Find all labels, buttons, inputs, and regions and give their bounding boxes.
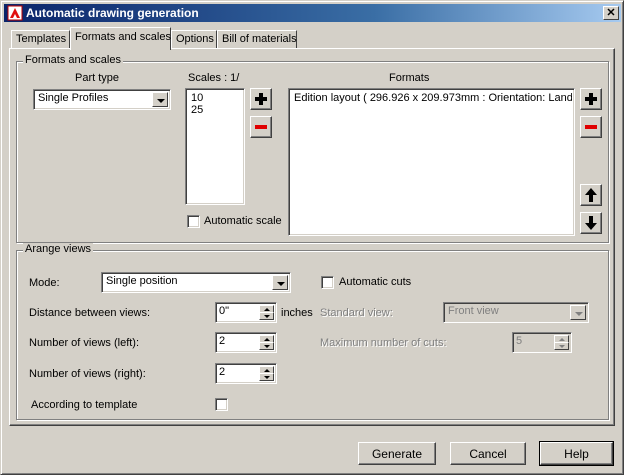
standard-view-select[interactable]: Front view [443, 302, 589, 323]
views-left-value: 2 [219, 335, 226, 347]
arrow-up-icon [585, 188, 597, 202]
standard-view-label: Standard view: [320, 307, 393, 319]
generate-label: Generate [371, 446, 423, 461]
views-right-stepper[interactable] [259, 366, 274, 381]
standard-view-value: Front view [448, 305, 499, 317]
remove-scale-button[interactable] [250, 116, 272, 138]
distance-input[interactable]: 0" [215, 302, 277, 323]
spin-down-icon[interactable] [259, 312, 274, 320]
add-format-button[interactable] [580, 88, 602, 110]
formats-list[interactable]: Edition layout ( 296.926 x 209.973mm : O… [288, 88, 575, 236]
generate-button[interactable]: Generate [358, 442, 436, 465]
distance-stepper[interactable] [259, 305, 274, 320]
views-right-input[interactable]: 2 [215, 363, 277, 384]
part-type-select[interactable]: Single Profiles [33, 89, 171, 110]
plus-icon [255, 93, 267, 105]
mode-label: Mode: [29, 277, 60, 289]
tab-label: Bill of materials [222, 33, 297, 45]
move-format-down-button[interactable] [580, 212, 602, 234]
max-cuts-value: 5 [516, 335, 523, 347]
minus-icon [255, 125, 267, 129]
formats-and-scales-group: Formats and scales Part type Single Prof… [16, 54, 609, 243]
according-to-template-label: According to template [31, 399, 138, 411]
formats-label: Formats [389, 72, 430, 84]
arrange-views-group: Arange views Mode: Single position Autom… [16, 243, 609, 420]
max-cuts-input[interactable]: 5 [512, 332, 572, 353]
spin-down-icon[interactable] [259, 342, 274, 350]
spin-down-icon[interactable] [554, 342, 569, 350]
tab-label: Templates [16, 33, 67, 45]
views-left-stepper[interactable] [259, 335, 274, 350]
move-format-up-button[interactable] [580, 184, 602, 206]
tab-label: Options [176, 33, 214, 45]
mode-value: Single position [106, 275, 178, 287]
chevron-down-icon[interactable] [272, 275, 288, 290]
scales-list[interactable]: 10 25 [185, 88, 245, 205]
mode-select[interactable]: Single position [101, 272, 291, 293]
tab-formats-and-scales[interactable]: Formats and scales [70, 27, 171, 50]
title-bar[interactable]: Automatic drawing generation ✕ [4, 4, 621, 22]
distance-unit: inches [281, 307, 313, 319]
cancel-button[interactable]: Cancel [450, 442, 526, 465]
list-item[interactable]: 25 [191, 104, 203, 116]
chevron-down-icon[interactable] [570, 305, 586, 320]
automatic-scale-label: Automatic scale [204, 215, 282, 227]
help-label: Help [564, 446, 589, 461]
help-button[interactable]: Help [539, 441, 614, 466]
max-cuts-stepper[interactable] [554, 335, 569, 350]
part-type-value: Single Profiles [38, 92, 109, 104]
part-type-label: Part type [75, 72, 120, 84]
group-legend: Arange views [23, 243, 94, 255]
views-left-label: Number of views (left): [29, 337, 140, 349]
minus-icon [585, 125, 597, 129]
distance-value: 0" [219, 305, 230, 317]
remove-format-button[interactable] [580, 116, 602, 138]
automatic-scale-checkbox[interactable] [187, 215, 200, 228]
scales-list-viewport: 10 25 [188, 91, 242, 202]
list-item[interactable]: Edition layout ( 296.926 x 209.973mm : O… [294, 92, 572, 104]
group-legend: Formats and scales [23, 54, 123, 66]
close-icon: ✕ [606, 7, 616, 19]
close-button[interactable]: ✕ [603, 6, 619, 20]
cancel-label: Cancel [469, 446, 507, 461]
formats-list-viewport: Edition layout ( 296.926 x 209.973mm : O… [291, 91, 572, 233]
automatic-cuts-checkbox[interactable] [321, 276, 334, 289]
views-right-label: Number of views (right): [29, 368, 146, 380]
arrow-down-icon [585, 216, 597, 230]
views-right-value: 2 [219, 366, 226, 378]
automatic-cuts-label: Automatic cuts [339, 276, 412, 288]
distance-label: Distance between views: [29, 307, 151, 319]
plus-icon [585, 93, 597, 105]
spin-down-icon[interactable] [259, 373, 274, 381]
scales-label: Scales : 1/ [188, 72, 240, 84]
chevron-down-icon[interactable] [152, 92, 168, 107]
dialog-window: Automatic drawing generation ✕ Templates… [0, 0, 624, 475]
max-cuts-label: Maximum number of cuts: [320, 337, 447, 349]
views-left-input[interactable]: 2 [215, 332, 277, 353]
tab-label: Formats and scales [75, 31, 171, 43]
app-icon [7, 5, 23, 21]
window-title: Automatic drawing generation [26, 6, 199, 20]
tab-options[interactable]: Options [171, 30, 217, 49]
tab-bill-of-materials[interactable]: Bill of materials [217, 30, 297, 49]
add-scale-button[interactable] [250, 88, 272, 110]
according-to-template-checkbox[interactable] [215, 398, 228, 411]
tab-templates[interactable]: Templates [11, 30, 70, 49]
tab-panel: Formats and scales Part type Single Prof… [9, 48, 615, 426]
list-item[interactable]: 10 [191, 92, 203, 104]
